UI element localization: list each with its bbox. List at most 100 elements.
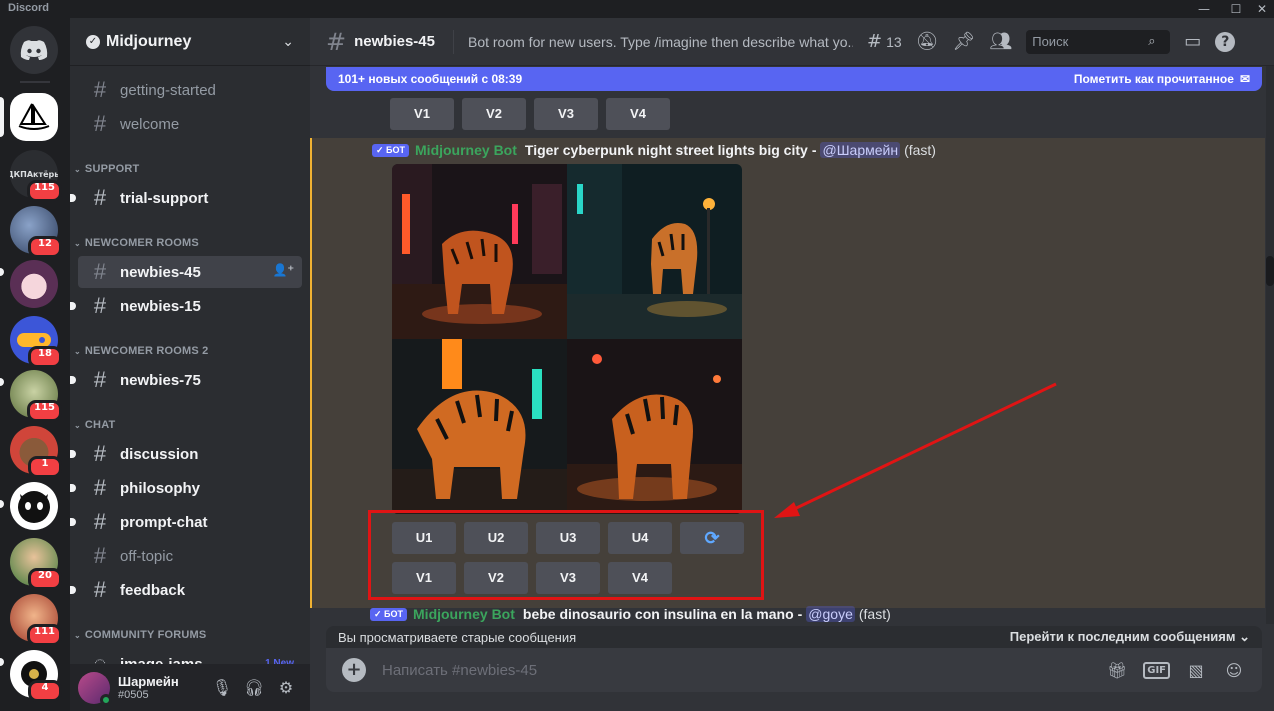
mark-read-icon: ✉ — [1239, 72, 1250, 86]
category-community-forums[interactable]: ⌄ COMMUNITY FORUMS — [74, 629, 206, 641]
search-input[interactable] — [1032, 34, 1149, 49]
category-chat[interactable]: ⌄ CHAT — [74, 419, 115, 431]
server-dkp[interactable]: ДКПАктёры 115 — [10, 150, 62, 202]
channel-newbies-75[interactable]: # newbies-75 — [70, 364, 302, 396]
server-avatar[interactable] — [10, 260, 58, 308]
v3-button[interactable]: V3 — [534, 98, 598, 130]
prompt-text: bebe dinosaurio con insulina en la mano — [522, 606, 794, 622]
channel-welcome[interactable]: # welcome — [78, 108, 302, 140]
chevron-down-icon: ⌄ — [74, 239, 81, 248]
unread-indicator — [70, 586, 76, 594]
new-messages-count: 101+ новых сообщений с 08:39 — [338, 72, 523, 86]
minimize-button[interactable]: — — [1190, 0, 1218, 18]
tiger-image-4[interactable] — [567, 339, 742, 514]
user-mention[interactable]: @goye — [806, 606, 855, 622]
channel-discussion[interactable]: # discussion — [70, 438, 302, 470]
mode-label: (fast) — [858, 606, 891, 622]
scrollbar[interactable] — [1266, 66, 1274, 624]
server-avatar[interactable]: 111 — [10, 594, 62, 646]
threaded-hash-icon: # — [93, 367, 107, 392]
app-name: Discord — [8, 2, 49, 14]
channel-off-topic[interactable]: # off-topic — [78, 540, 302, 572]
microphone-icon[interactable]: 🎙︎ — [206, 678, 238, 697]
tiger-image-2[interactable] — [567, 164, 742, 339]
messages-list: V1 V2 V3 V4 ✓ БОТ Midjourney Bot Tiger c… — [310, 66, 1265, 624]
mention-badge: 12 — [28, 236, 62, 258]
mark-as-read-button[interactable]: Пометить как прочитанное ✉ — [1074, 72, 1250, 86]
highlight-annotation-box — [368, 510, 764, 600]
close-button[interactable]: ✕ — [1248, 0, 1274, 18]
server-avatar[interactable]: 115 — [10, 370, 62, 422]
members-icon[interactable]: 👥︎ — [989, 31, 1012, 52]
v2-button[interactable]: V2 — [462, 98, 526, 130]
old-messages-notice: Вы просматриваете старые сообщения — [338, 629, 577, 645]
server-avatar[interactable]: 20 — [10, 538, 62, 590]
channel-feedback[interactable]: # feedback — [70, 574, 302, 606]
image-grid[interactable] — [392, 164, 742, 514]
v1-button[interactable]: V1 — [390, 98, 454, 130]
channel-getting-started[interactable]: # getting-started — [78, 74, 302, 106]
tiger-image-1[interactable] — [392, 164, 567, 339]
user-mention[interactable]: @Шармейн — [820, 142, 901, 158]
gear-icon[interactable]: ⚙ — [270, 678, 302, 697]
home-button[interactable] — [10, 26, 58, 74]
headphones-icon[interactable]: 🎧︎ — [238, 678, 270, 697]
channel-newbies-45[interactable]: # newbies-45 👤⁺ — [78, 256, 302, 288]
emoji-icon[interactable]: ☺ — [1222, 661, 1246, 680]
channel-newbies-15[interactable]: # newbies-15 — [70, 290, 302, 322]
author-name[interactable]: Midjourney Bot — [415, 142, 517, 158]
server-avatar[interactable] — [10, 482, 58, 530]
mention-badge: 18 — [28, 346, 62, 368]
prompt-text: Tiger cyberpunk night street lights big … — [524, 142, 808, 158]
server-avatar[interactable]: 4 — [10, 650, 62, 702]
channel-topic[interactable]: Bot room for new users. Type /imagine th… — [468, 34, 853, 50]
chevron-down-icon: ⌄ — [74, 631, 81, 640]
category-support[interactable]: ⌄ SUPPORT — [74, 163, 139, 175]
mention-badge: 111 — [27, 624, 62, 646]
server-avatar[interactable]: 12 — [10, 206, 62, 258]
channel-trial-support[interactable]: # trial-support — [70, 182, 302, 214]
hash-icon: # — [93, 543, 107, 568]
server-avatar[interactable]: 1 — [10, 426, 62, 478]
pin-icon[interactable]: 📌︎ — [953, 31, 976, 52]
hash-icon: # — [93, 185, 107, 210]
channel-prompt-chat[interactable]: # prompt-chat — [70, 506, 302, 538]
avatar[interactable] — [78, 671, 112, 706]
add-attachment-icon[interactable]: + — [342, 658, 366, 682]
threads-icon[interactable]: # — [867, 31, 882, 52]
maximize-button[interactable]: ☐ — [1222, 0, 1250, 18]
tiger-image-3[interactable] — [392, 339, 567, 514]
category-newcomer-rooms-2[interactable]: ⌄ NEWCOMER ROOMS 2 — [74, 345, 209, 357]
channel-philosophy[interactable]: # philosophy — [70, 472, 302, 504]
mute-bell-icon[interactable]: 🔕︎ — [916, 31, 939, 52]
jump-to-present-button[interactable]: Перейти к последним сообщениям ⌄ — [1010, 629, 1250, 645]
gif-button[interactable]: GIF — [1143, 661, 1170, 679]
mention-badge: 1 — [28, 456, 62, 478]
gift-icon[interactable]: 🎁︎ — [1105, 661, 1129, 680]
v4-button[interactable]: V4 — [606, 98, 670, 130]
threaded-hash-icon: # — [93, 509, 107, 534]
category-newcomer-rooms[interactable]: ⌄ NEWCOMER ROOMS — [74, 237, 199, 249]
scrollbar-thumb[interactable] — [1266, 256, 1274, 286]
channel-label: philosophy — [120, 479, 200, 497]
message-header: ✓ БОТ Midjourney Bot bebe dinosaurio con… — [370, 606, 891, 622]
channel-label: newbies-45 — [120, 263, 201, 281]
server-avatar[interactable]: 18 — [10, 316, 62, 368]
inbox-icon[interactable]: ▭ — [1184, 31, 1201, 52]
unread-indicator — [70, 484, 76, 492]
threaded-hash-icon: # — [93, 259, 107, 284]
message-input[interactable] — [382, 661, 1092, 679]
search-box[interactable]: ⌕ — [1026, 29, 1171, 54]
server-midjourney[interactable] — [10, 93, 58, 141]
new-messages-bar[interactable]: 101+ новых сообщений с 08:39 Пометить ка… — [326, 67, 1262, 91]
hash-icon: # — [93, 475, 107, 500]
author-name[interactable]: Midjourney Bot — [413, 606, 515, 622]
chevron-down-icon: ⌄ — [74, 347, 81, 356]
add-user-icon[interactable]: 👤⁺ — [273, 263, 294, 277]
message-composer: + 🎁︎ GIF ▧ ☺ — [326, 648, 1262, 692]
guild-header[interactable]: ✓ Midjourney ⌄ — [70, 18, 310, 66]
help-icon[interactable]: ? — [1215, 31, 1236, 52]
message-dinosaur: ✓ БОТ Midjourney Bot bebe dinosaurio con… — [310, 606, 1265, 624]
sticker-icon[interactable]: ▧ — [1184, 661, 1208, 680]
channel-label: prompt-chat — [120, 513, 208, 531]
